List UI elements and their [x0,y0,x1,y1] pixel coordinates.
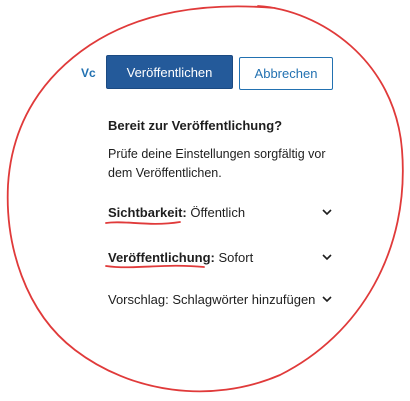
suggestion-value: Schlagwörter hinzufügen [172,291,316,307]
visibility-row[interactable]: Sichtbarkeit: Öffentlich [108,200,334,224]
chevron-down-icon[interactable] [320,250,334,264]
publish-panel-screenshot: Vc Veröffentlichen Abbrechen Bereit zur … [0,0,410,401]
panel-description: Prüfe deine Einstellungen sorgfältig vor… [108,147,326,180]
suggestion-row[interactable]: Vorschlag: Schlagwörter hinzufügen [108,287,334,311]
visibility-label: Sichtbarkeit: [108,204,187,220]
partial-label: Vc [81,66,96,80]
cancel-button[interactable]: Abbrechen [239,57,333,90]
publish-time-row[interactable]: Veröffentlichung: Sofort [108,245,334,269]
publish-time-value: Sofort [218,249,254,265]
publish-time-label: Veröffentlichung: [108,249,215,265]
visibility-value: Öffentlich [190,204,246,220]
publish-button[interactable]: Veröffentlichen [106,55,233,89]
chevron-down-icon[interactable] [320,292,334,306]
suggestion-label: Vorschlag: [108,291,169,307]
panel-heading: Bereit zur Veröffentlichung? [108,118,283,133]
chevron-down-icon[interactable] [320,205,334,219]
